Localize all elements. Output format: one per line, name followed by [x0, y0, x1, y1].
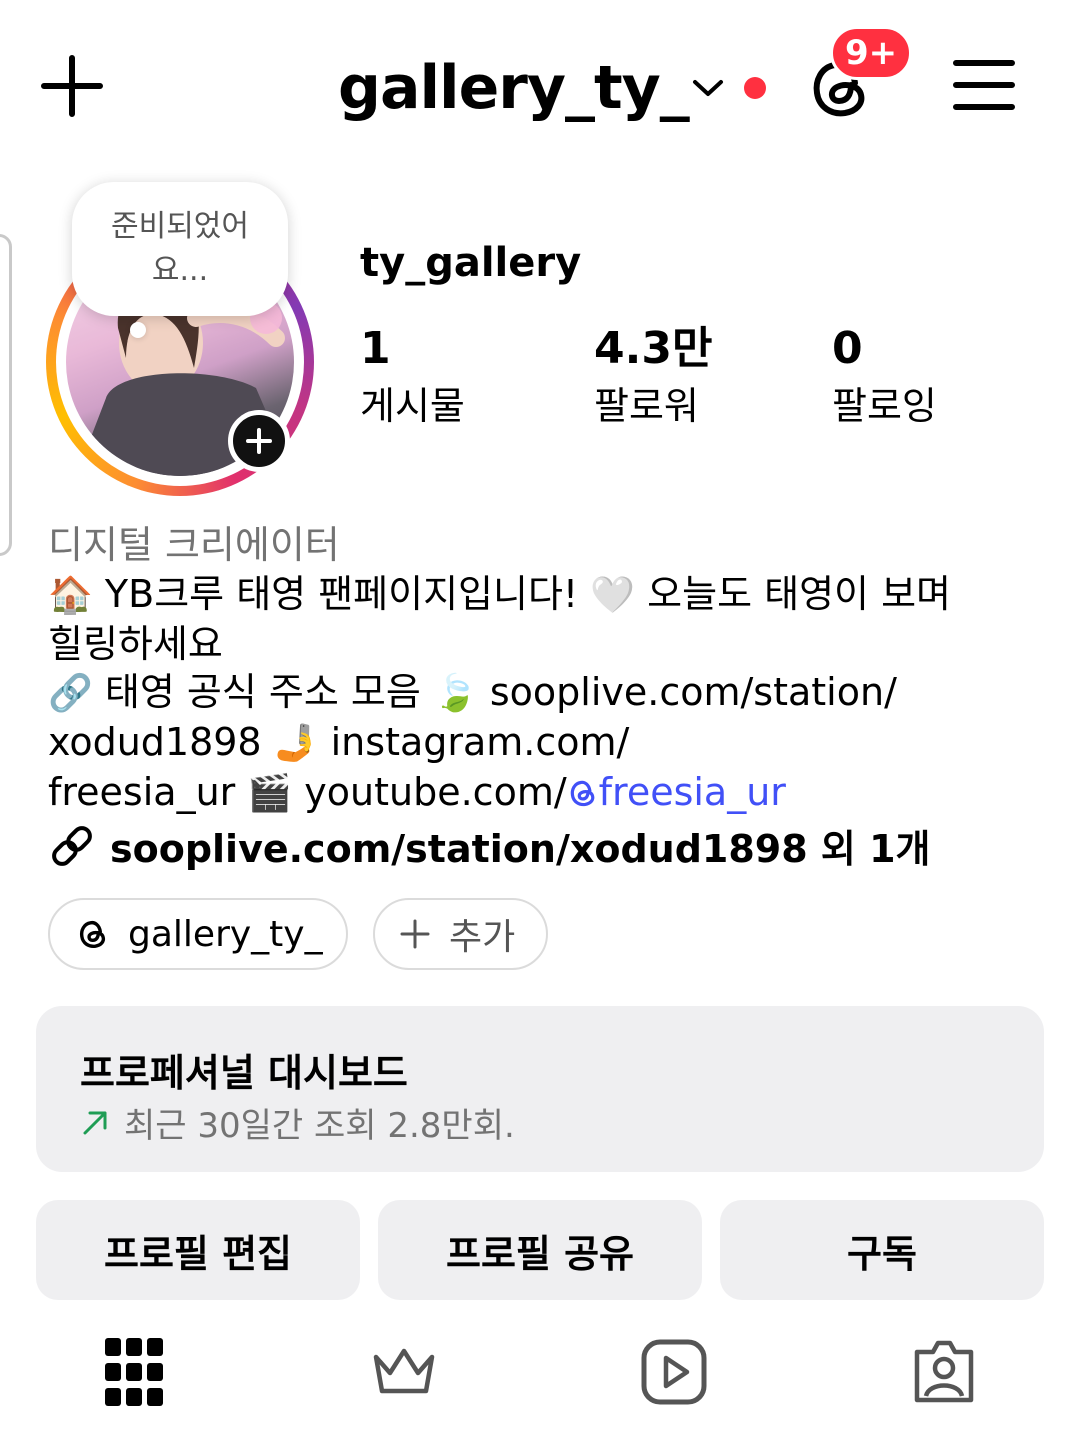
chevron-down-icon [693, 80, 723, 96]
profile-bio: 🏠 YB크루 태영 팬페이지입니다! 🤍 오늘도 태영이 보며 힐링하세요 🔗 … [48, 570, 1038, 818]
dashboard-subtitle-row: 최근 30일간 조회 2.8만회. [80, 1098, 515, 1147]
account-switcher-chevron[interactable] [688, 70, 728, 106]
leaf-emoji: 🍃 [432, 673, 478, 714]
threads-profile-pill[interactable]: gallery_ty_ [48, 898, 348, 970]
menu-icon [953, 60, 1015, 110]
grid-icon [105, 1338, 163, 1406]
note-bubble-tail [130, 322, 146, 338]
profile-category: 디지털 크리에이터 [48, 523, 340, 567]
note-text-line2: 요... [151, 253, 209, 288]
profile-full-name: ty_gallery [360, 240, 582, 286]
subscribe-button[interactable]: 구독 [720, 1200, 1044, 1300]
bio-text: 힐링하세요 [48, 622, 223, 666]
posts-label: 게시물 [360, 384, 465, 428]
bio-text: youtube.com/ [304, 770, 567, 814]
following-label: 팔로잉 [832, 384, 937, 428]
plus-icon [400, 919, 430, 949]
threads-notification-badge: 9+ [830, 26, 913, 80]
new-activity-dot [744, 77, 766, 99]
bio-text: 태영 공식 주소 모음 [104, 670, 421, 714]
tab-posts-grid[interactable] [98, 1336, 170, 1408]
bio-text: instagram.com/ [330, 720, 630, 764]
plus-icon [41, 55, 103, 117]
clapper-emoji: 🎬 [247, 773, 293, 814]
following-stat[interactable]: 0 팔로잉 [832, 320, 937, 434]
threads-icon [79, 920, 106, 948]
followers-stat[interactable]: 4.3만 팔로워 [594, 320, 712, 434]
mention-text: freesia_ur [598, 770, 786, 814]
edit-profile-button[interactable]: 프로필 편집 [36, 1200, 360, 1300]
bio-text: 오늘도 태영이 보며 [647, 572, 952, 616]
add-link-pill[interactable]: 추가 [373, 898, 548, 970]
bio-text: YB크루 태영 팬페이지입니다! [104, 572, 579, 616]
crown-icon [373, 1348, 435, 1394]
threads-icon [570, 780, 595, 807]
external-link[interactable]: sooplive.com/station/xodud1898 외 1개 [48, 818, 930, 873]
account-switcher-username[interactable]: gallery_ty_ [338, 48, 690, 128]
tab-subscriber-content[interactable] [368, 1336, 440, 1408]
link-icon [52, 825, 92, 866]
tab-tagged[interactable] [908, 1336, 980, 1408]
link-emoji: 🔗 [48, 673, 93, 714]
selfie-emoji: 🤳 [273, 723, 319, 764]
add-pill-label: 추가 [449, 917, 516, 958]
reels-icon [641, 1339, 707, 1405]
external-link-text: sooplive.com/station/xodud1898 외 1개 [110, 827, 931, 871]
dashboard-title: 프로페셔널 대시보드 [80, 1051, 408, 1095]
posts-count: 1 [360, 323, 391, 374]
edge-handle [0, 234, 12, 556]
create-button[interactable] [38, 52, 106, 120]
note-text-line1: 준비되었어 [111, 209, 249, 244]
threads-pill-label: gallery_ty_ [128, 913, 323, 955]
tab-reels[interactable] [638, 1336, 710, 1408]
dashboard-subtitle: 최근 30일간 조회 2.8만회. [124, 1106, 515, 1146]
share-profile-button[interactable]: 프로필 공유 [378, 1200, 702, 1300]
professional-dashboard[interactable]: 프로페셔널 대시보드 최근 30일간 조회 2.8만회. [36, 1006, 1044, 1172]
following-count: 0 [832, 323, 863, 374]
plus-icon [246, 428, 272, 454]
bio-text: freesia_ur [48, 770, 236, 814]
threads-mention-link[interactable]: freesia_ur [567, 770, 786, 814]
followers-count: 4.3만 [594, 323, 713, 374]
bio-text: sooplive.com/station/ [489, 670, 897, 714]
trend-up-icon [83, 1111, 107, 1134]
add-story-button[interactable] [228, 410, 290, 472]
followers-label: 팔로워 [594, 384, 699, 428]
tagged-icon [914, 1340, 974, 1403]
bio-text: xodud1898 [48, 720, 262, 764]
house-emoji: 🏠 [48, 575, 93, 616]
menu-button[interactable] [950, 52, 1018, 118]
posts-stat[interactable]: 1 게시물 [360, 320, 465, 434]
note-bubble[interactable]: 준비되었어 요... [72, 182, 288, 316]
white-heart-emoji: 🤍 [590, 575, 636, 616]
